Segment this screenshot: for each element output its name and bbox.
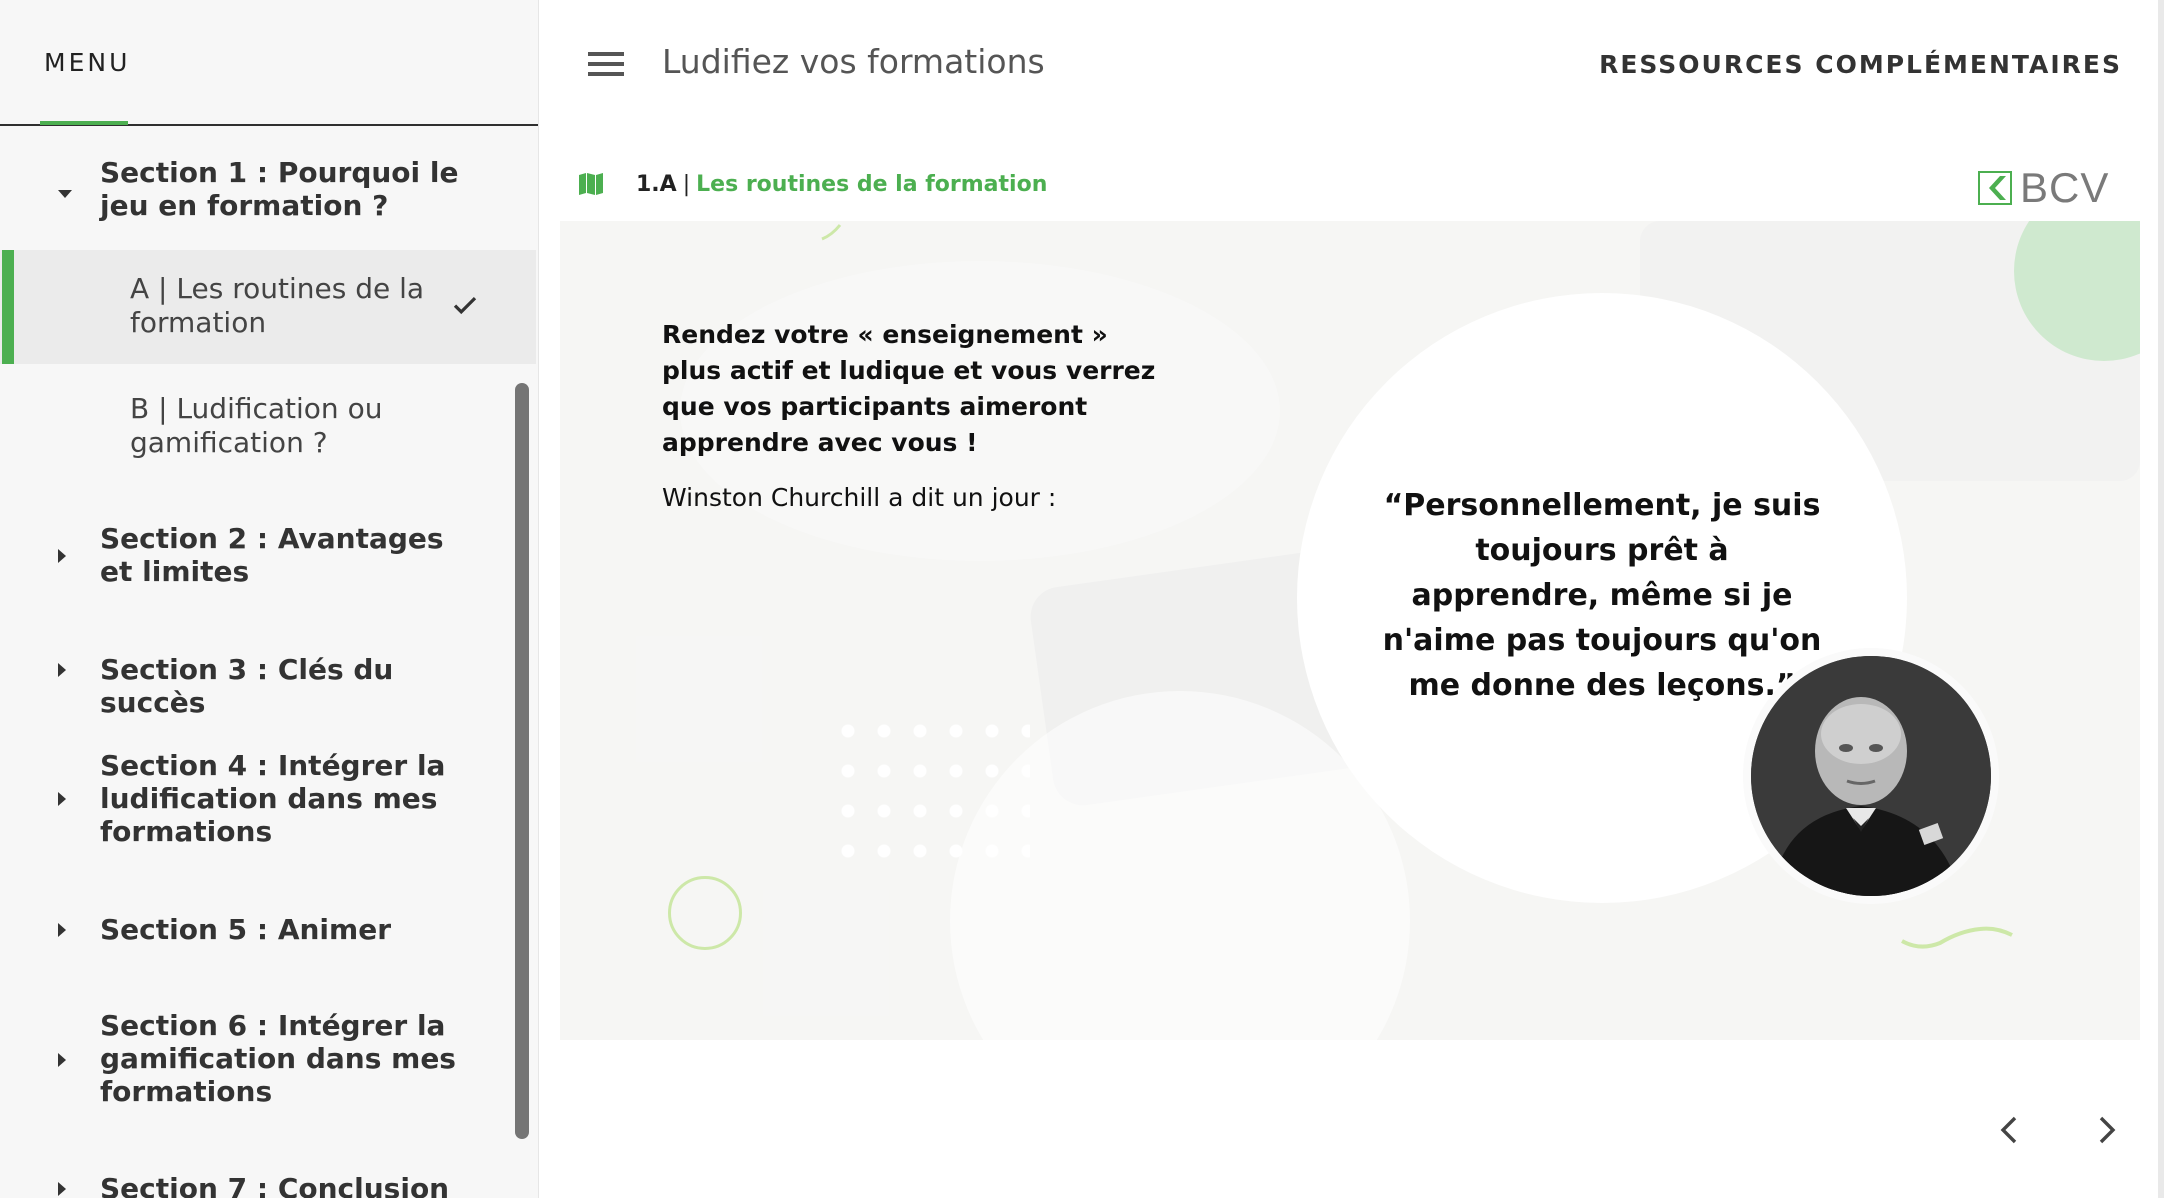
sidebar-item-label: A | Les routines de la formation bbox=[130, 272, 425, 339]
bcv-logo-mark bbox=[1978, 171, 2012, 205]
menu-header: MENU bbox=[0, 0, 538, 126]
section-label: Section 2 : Avantages et limites bbox=[100, 522, 444, 588]
slide-intro-text: Rendez votre « enseignement » plus actif… bbox=[662, 320, 1156, 457]
caret-right-icon bbox=[58, 792, 66, 806]
decorative-squiggle bbox=[821, 224, 842, 241]
chevron-right-icon[interactable] bbox=[2086, 1110, 2126, 1150]
caret-down-icon bbox=[58, 190, 72, 198]
section-label: Section 4 : Intégrer la ludification dan… bbox=[100, 749, 446, 848]
sidebar-section-3[interactable]: Section 3 : Clés du succès bbox=[0, 653, 520, 719]
slide-attribution: Winston Churchill a dit un jour : bbox=[662, 483, 1057, 512]
decorative-squiggle bbox=[1901, 926, 2013, 949]
breadcrumb-title: Les routines de la formation bbox=[696, 171, 1048, 197]
check-icon bbox=[453, 296, 477, 315]
section-label: Section 1 : Pourquoi le jeu en formation… bbox=[100, 156, 459, 222]
caret-right-icon bbox=[58, 923, 66, 937]
section-label: Section 6 : Intégrer la gamification dan… bbox=[100, 1009, 456, 1108]
breadcrumb-number: 1.A bbox=[636, 171, 677, 197]
caret-right-icon bbox=[58, 663, 66, 677]
section-label: Section 5 : Animer bbox=[100, 913, 392, 946]
sidebar-item-ludification[interactable]: B | Ludification ou gamification ? bbox=[0, 370, 536, 484]
bcv-logo-text: BCV bbox=[2020, 164, 2110, 211]
section-label: Section 3 : Clés du succès bbox=[100, 653, 394, 719]
slide-content: Rendez votre « enseignement » plus actif… bbox=[560, 221, 2140, 1040]
sidebar: MENU Section 1 : Pourquoi le jeu en form… bbox=[0, 0, 539, 1198]
map-icon bbox=[579, 173, 603, 195]
churchill-portrait bbox=[1743, 648, 1999, 904]
decorative-ring bbox=[668, 876, 742, 950]
caret-right-icon bbox=[58, 1182, 66, 1196]
caret-right-icon bbox=[58, 1053, 66, 1067]
section-label: Section 7 : Conclusion bbox=[100, 1172, 450, 1198]
menu-tab[interactable]: MENU bbox=[44, 48, 130, 77]
menu-tab-indicator bbox=[40, 121, 128, 125]
top-bar: Ludifiez vos formations RESSOURCES COMPL… bbox=[540, 0, 2164, 126]
slide-quote: “Personnellement, je suis toujours prêt … bbox=[1382, 488, 1822, 703]
sidebar-item-label: B | Ludification ou gamification ? bbox=[130, 392, 383, 459]
sidebar-section-4[interactable]: Section 4 : Intégrer la ludification dan… bbox=[0, 749, 520, 848]
sidebar-item-routines[interactable]: A | Les routines de la formation bbox=[0, 250, 536, 364]
chevron-left-icon[interactable] bbox=[1990, 1110, 2030, 1150]
portrait-image bbox=[1751, 656, 1991, 896]
sidebar-section-5[interactable]: Section 5 : Animer bbox=[0, 913, 520, 946]
bcv-logo: BCV bbox=[1978, 164, 2109, 212]
resources-link[interactable]: RESSOURCES COMPLÉMENTAIRES bbox=[1599, 50, 2122, 79]
window-edge bbox=[2158, 0, 2164, 1198]
hamburger-icon[interactable] bbox=[588, 52, 624, 78]
sidebar-section-6[interactable]: Section 6 : Intégrer la gamification dan… bbox=[0, 1009, 520, 1108]
course-title: Ludifiez vos formations bbox=[662, 42, 1045, 81]
sidebar-section-2[interactable]: Section 2 : Avantages et limites bbox=[0, 522, 520, 588]
decorative-dots bbox=[830, 711, 1030, 881]
caret-right-icon bbox=[58, 549, 66, 563]
sidebar-scrollbar[interactable] bbox=[515, 383, 529, 1139]
breadcrumb: 1.A | Les routines de la formation bbox=[578, 168, 1047, 200]
sidebar-section-1[interactable]: Section 1 : Pourquoi le jeu en formation… bbox=[0, 156, 520, 222]
breadcrumb-separator: | bbox=[682, 171, 691, 197]
sidebar-section-7[interactable]: Section 7 : Conclusion bbox=[0, 1172, 520, 1198]
